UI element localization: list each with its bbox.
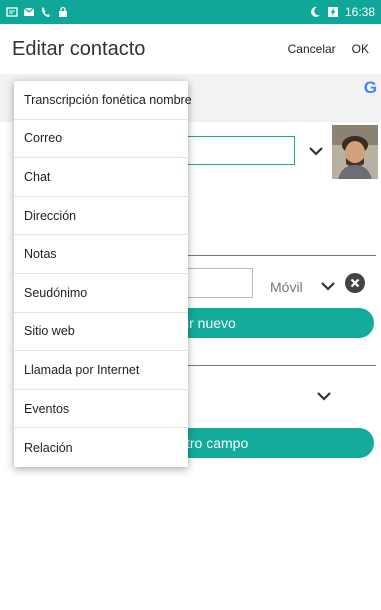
status-time: 16:38 (344, 5, 375, 19)
menu-item-notes[interactable]: Notas (14, 235, 188, 274)
section-divider (186, 365, 376, 366)
chevron-down-icon[interactable] (306, 145, 326, 159)
menu-item-events[interactable]: Eventos (14, 390, 188, 429)
message-icon (23, 7, 35, 16)
menu-item-chat[interactable]: Chat (14, 158, 188, 197)
cancel-button[interactable]: Cancelar (288, 42, 336, 56)
add-new-label: ir nuevo (186, 315, 236, 331)
page-title: Editar contacto (12, 37, 146, 60)
notification-icon (6, 7, 18, 17)
add-new-button[interactable]: ir nuevo (186, 308, 374, 338)
status-right-icons: 16:38 (309, 5, 375, 19)
name-input[interactable] (186, 136, 295, 165)
menu-item-email[interactable]: Correo (14, 120, 188, 159)
status-left-icons (6, 6, 69, 18)
menu-item-website[interactable]: Sitio web (14, 313, 188, 352)
add-other-field-label: tro campo (186, 435, 249, 451)
menu-item-internet-call[interactable]: Llamada por Internet (14, 351, 188, 390)
menu-item-address[interactable]: Dirección (14, 197, 188, 236)
add-other-field-button[interactable]: tro campo (186, 428, 374, 458)
ok-button[interactable]: OK (352, 42, 369, 56)
app-bar: Editar contacto Cancelar OK (0, 24, 381, 74)
moon-icon (311, 6, 320, 17)
battery-charging-icon (327, 7, 338, 17)
chevron-down-icon[interactable] (314, 390, 334, 404)
menu-item-phonetic-name[interactable]: Transcripción fonética nombre (14, 81, 192, 120)
phone-input[interactable] (186, 268, 253, 298)
close-icon (350, 278, 360, 288)
menu-item-nickname[interactable]: Seudónimo (14, 274, 188, 313)
lock-icon (59, 6, 67, 17)
phone-icon (41, 7, 50, 17)
field-type-menu: Transcripción fonética nombre Correo Cha… (14, 81, 192, 467)
menu-item-relation[interactable]: Relación (14, 428, 188, 467)
chevron-down-icon[interactable] (318, 280, 338, 294)
avatar[interactable] (332, 125, 378, 179)
phone-type-label[interactable]: Móvil (270, 279, 303, 295)
clear-phone-button[interactable] (345, 273, 365, 293)
status-bar: 16:38 (0, 0, 381, 24)
google-logo: G (363, 78, 377, 97)
app-actions: Cancelar OK (288, 42, 369, 56)
section-divider (186, 255, 376, 256)
